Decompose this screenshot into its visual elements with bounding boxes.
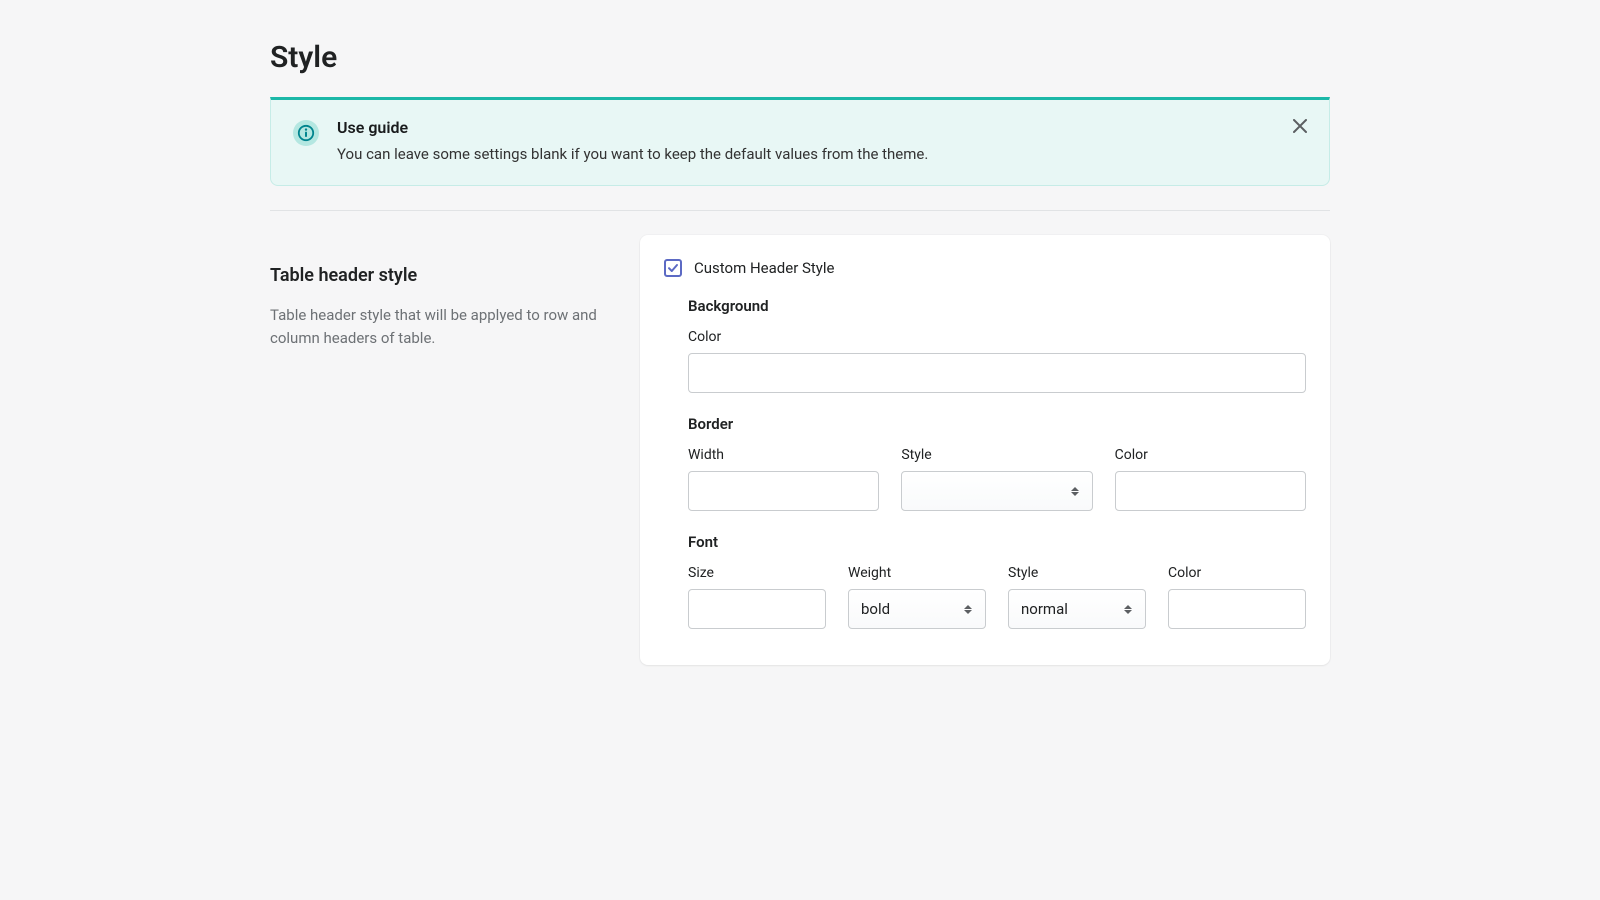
border-style-label: Style: [901, 447, 1092, 463]
font-weight-value: bold: [861, 600, 890, 618]
page-title: Style: [270, 40, 1330, 75]
settings-card: Custom Header Style Background Color Bor…: [640, 235, 1330, 665]
custom-header-checkbox[interactable]: [664, 259, 682, 277]
chevron-updown-icon: [1068, 482, 1082, 500]
font-size-input[interactable]: [688, 589, 826, 629]
border-width-label: Width: [688, 447, 879, 463]
custom-header-label: Custom Header Style: [694, 259, 835, 277]
chevron-updown-icon: [961, 600, 975, 618]
info-icon: [293, 120, 319, 146]
background-color-label: Color: [688, 329, 1306, 345]
banner-title: Use guide: [337, 118, 1307, 137]
font-style-value: normal: [1021, 600, 1068, 618]
info-banner: Use guide You can leave some settings bl…: [270, 97, 1330, 186]
font-color-input[interactable]: [1168, 589, 1306, 629]
border-color-label: Color: [1115, 447, 1306, 463]
border-style-select[interactable]: [901, 471, 1092, 511]
banner-text: You can leave some settings blank if you…: [337, 145, 1307, 163]
section-divider: [270, 210, 1330, 211]
section-description: Table header style that will be applyed …: [270, 304, 610, 351]
font-color-label: Color: [1168, 565, 1306, 581]
font-style-select[interactable]: normal: [1008, 589, 1146, 629]
section-heading: Table header style: [270, 265, 610, 286]
font-group-title: Font: [688, 533, 1306, 551]
background-group-title: Background: [688, 297, 1306, 315]
background-color-input[interactable]: [688, 353, 1306, 393]
banner-close-button[interactable]: [1289, 116, 1311, 138]
border-color-input[interactable]: [1115, 471, 1306, 511]
font-size-label: Size: [688, 565, 826, 581]
chevron-updown-icon: [1121, 600, 1135, 618]
font-weight-select[interactable]: bold: [848, 589, 986, 629]
border-group-title: Border: [688, 415, 1306, 433]
close-icon: [1293, 119, 1307, 136]
font-weight-label: Weight: [848, 565, 986, 581]
font-style-label: Style: [1008, 565, 1146, 581]
border-width-input[interactable]: [688, 471, 879, 511]
